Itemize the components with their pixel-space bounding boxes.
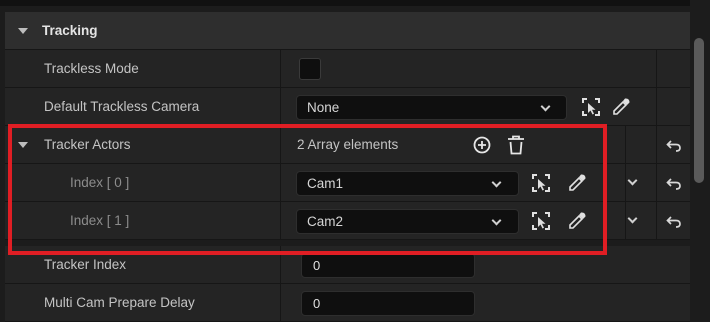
section-header-tracking[interactable]: Tracking — [5, 12, 690, 50]
multi-cam-prepare-delay-label: Multi Cam Prepare Delay — [44, 295, 195, 310]
chevron-down-icon — [491, 215, 502, 226]
reset-arrow-icon[interactable] — [666, 139, 682, 153]
row-index-0: Index [ 0 ] Cam1 — [5, 164, 690, 202]
eyedropper-icon[interactable] — [566, 210, 588, 232]
row-default-trackless-camera: Default Trackless Camera None — [5, 88, 690, 126]
reset-arrow-icon[interactable] — [666, 177, 682, 191]
chevron-down-icon — [491, 177, 502, 188]
index-1-value: Cam2 — [307, 214, 344, 229]
row-tracker-index: Tracker Index 0 — [5, 246, 690, 284]
default-trackless-camera-value: None — [307, 100, 340, 115]
default-trackless-camera-dropdown[interactable]: None — [296, 95, 567, 120]
index-0-dropdown[interactable]: Cam1 — [296, 171, 519, 196]
index-0-label: Index [ 0 ] — [70, 175, 130, 190]
chevron-down-icon[interactable] — [627, 175, 638, 186]
row-trackless-mode: Trackless Mode — [5, 50, 690, 88]
chevron-down-icon[interactable] — [627, 213, 638, 224]
add-element-icon[interactable] — [472, 135, 492, 155]
trackless-mode-label: Trackless Mode — [44, 61, 139, 76]
select-actor-icon[interactable] — [530, 210, 552, 232]
vertical-scrollbar[interactable] — [694, 38, 704, 183]
row-tracker-actors: Tracker Actors 2 Array elements — [5, 126, 690, 164]
trackless-mode-checkbox[interactable] — [299, 58, 321, 80]
details-panel: Tracking Trackless Mode Default Trackles… — [0, 0, 710, 322]
collapse-triangle-icon[interactable] — [18, 28, 28, 34]
tracker-index-value: 0 — [313, 258, 321, 273]
index-1-dropdown[interactable]: Cam2 — [296, 209, 519, 234]
reset-arrow-icon[interactable] — [666, 215, 682, 229]
chevron-down-icon — [540, 101, 551, 112]
tracker-actors-summary: 2 Array elements — [297, 137, 399, 152]
eyedropper-icon[interactable] — [610, 96, 632, 118]
select-actor-icon[interactable] — [530, 172, 552, 194]
panel-top-edge — [0, 0, 690, 6]
multi-cam-prepare-delay-value: 0 — [313, 296, 321, 311]
tracker-index-input[interactable]: 0 — [301, 253, 475, 278]
index-0-value: Cam1 — [307, 176, 344, 191]
eyedropper-icon[interactable] — [566, 172, 588, 194]
trash-icon[interactable] — [506, 134, 526, 156]
index-1-label: Index [ 1 ] — [70, 213, 130, 228]
tracker-index-label: Tracker Index — [44, 257, 127, 272]
default-trackless-camera-label: Default Trackless Camera — [44, 99, 200, 114]
row-multi-cam-prepare-delay: Multi Cam Prepare Delay 0 — [5, 284, 690, 322]
tracker-actors-label: Tracker Actors — [44, 137, 131, 152]
triangle-down-icon[interactable] — [18, 142, 28, 148]
section-title: Tracking — [42, 23, 98, 38]
select-actor-icon[interactable] — [580, 96, 602, 118]
row-index-1: Index [ 1 ] Cam2 — [5, 202, 690, 240]
multi-cam-prepare-delay-input[interactable]: 0 — [301, 291, 475, 316]
